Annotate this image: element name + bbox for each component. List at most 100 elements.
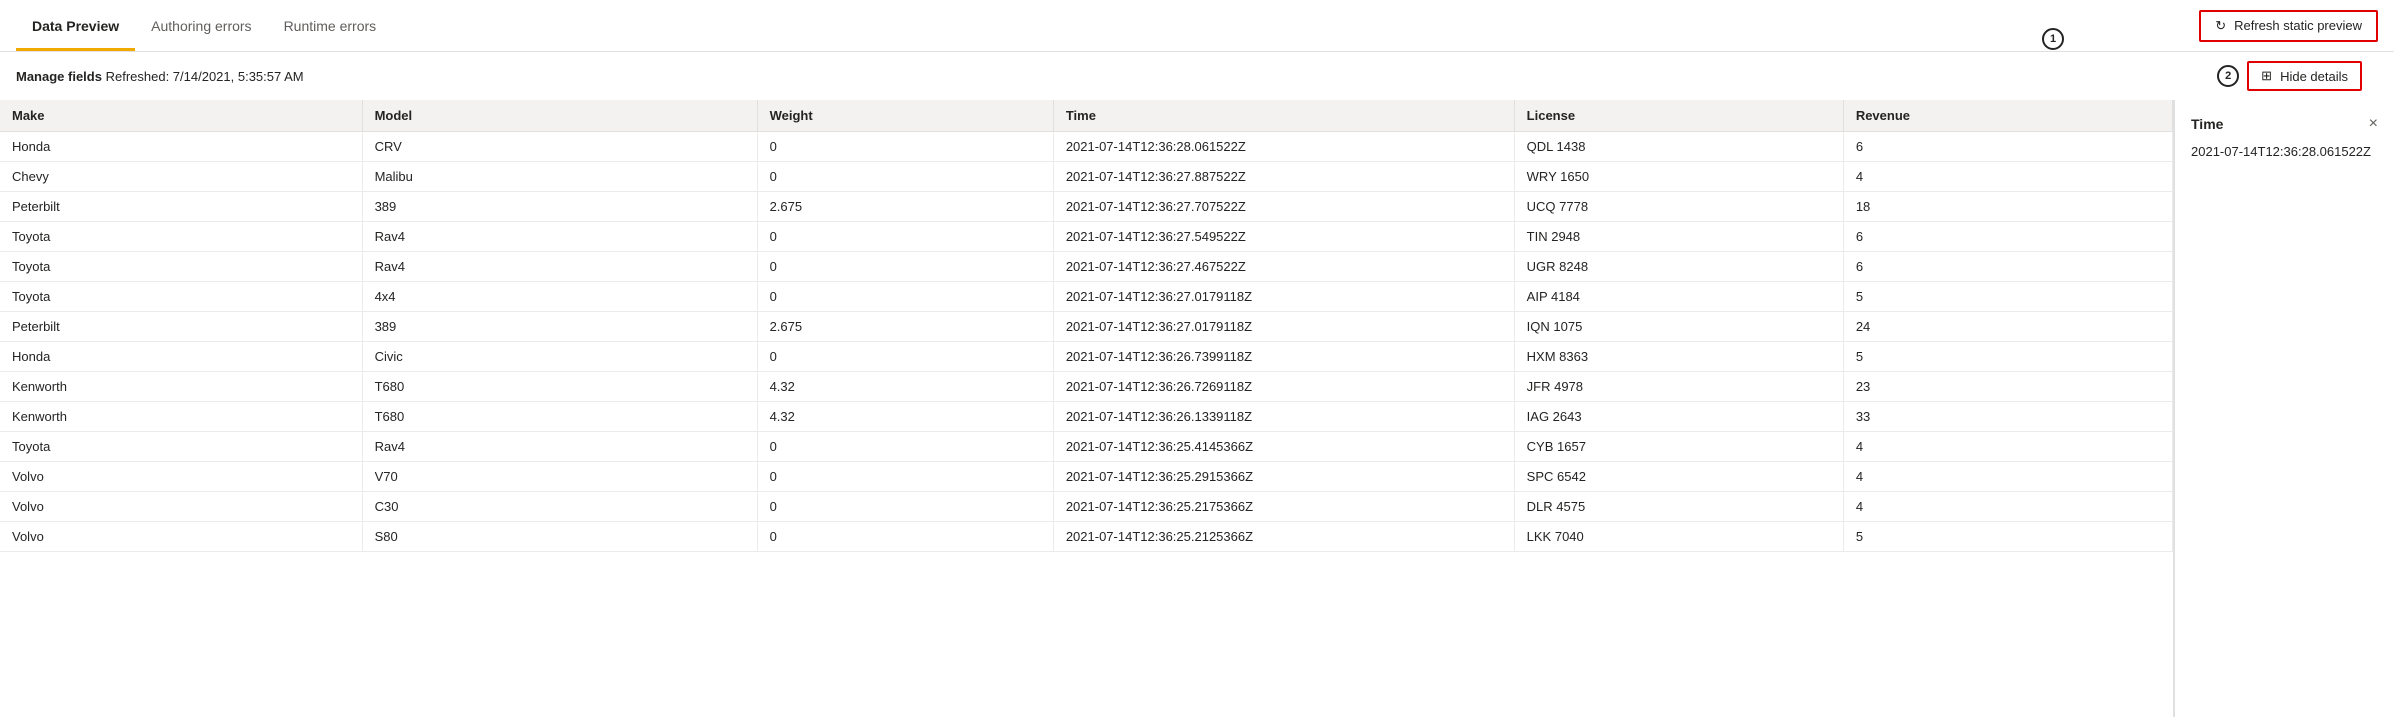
cell-make: Chevy [0, 162, 362, 192]
cell-weight: 0 [757, 222, 1053, 252]
cell-license: SPC 6542 [1514, 462, 1843, 492]
cell-model: T680 [362, 402, 757, 432]
hide-details-label: Hide details [2280, 69, 2348, 84]
cell-make: Honda [0, 342, 362, 372]
table-row[interactable]: HondaCRV02021-07-14T12:36:28.061522ZQDL … [0, 132, 2173, 162]
cell-model: C30 [362, 492, 757, 522]
cell-make: Toyota [0, 252, 362, 282]
cell-make: Peterbilt [0, 312, 362, 342]
refresh-label: Refresh static preview [2234, 18, 2362, 33]
cell-revenue: 33 [1843, 402, 2172, 432]
table-row[interactable]: Toyota4x402021-07-14T12:36:27.0179118ZAI… [0, 282, 2173, 312]
manage-fields-label: Manage fields [16, 69, 102, 84]
table-row[interactable]: VolvoC3002021-07-14T12:36:25.2175366ZDLR… [0, 492, 2173, 522]
cell-model: Malibu [362, 162, 757, 192]
annotation-1: 1 [2042, 28, 2064, 50]
cell-time: 2021-07-14T12:36:25.2125366Z [1053, 522, 1514, 552]
col-header-license: License [1514, 100, 1843, 132]
cell-revenue: 6 [1843, 222, 2172, 252]
cell-weight: 0 [757, 492, 1053, 522]
col-header-model: Model [362, 100, 757, 132]
cell-license: WRY 1650 [1514, 162, 1843, 192]
cell-make: Toyota [0, 432, 362, 462]
side-panel-title: Time [2191, 116, 2223, 132]
cell-make: Volvo [0, 522, 362, 552]
table-header-row: Make Model Weight Time License Revenue [0, 100, 2173, 132]
tab-data-preview[interactable]: Data Preview [16, 0, 135, 51]
tab-authoring-errors[interactable]: Authoring errors [135, 0, 267, 51]
cell-time: 2021-07-14T12:36:28.061522Z [1053, 132, 1514, 162]
hide-details-button[interactable]: ⊞ Hide details [2247, 61, 2362, 91]
cell-revenue: 5 [1843, 522, 2172, 552]
side-panel-header: Time × [2191, 116, 2378, 132]
cell-weight: 2.675 [757, 192, 1053, 222]
cell-weight: 0 [757, 432, 1053, 462]
table-row[interactable]: Peterbilt3892.6752021-07-14T12:36:27.707… [0, 192, 2173, 222]
table-row[interactable]: ToyotaRav402021-07-14T12:36:27.549522ZTI… [0, 222, 2173, 252]
table-row[interactable]: KenworthT6804.322021-07-14T12:36:26.7269… [0, 372, 2173, 402]
refresh-icon: ↻ [2215, 18, 2226, 34]
manage-fields-text: Manage fields Refreshed: 7/14/2021, 5:35… [16, 69, 304, 84]
tab-runtime-errors[interactable]: Runtime errors [268, 0, 393, 51]
cell-time: 2021-07-14T12:36:27.0179118Z [1053, 282, 1514, 312]
cell-license: IQN 1075 [1514, 312, 1843, 342]
cell-license: HXM 8363 [1514, 342, 1843, 372]
cell-license: UGR 8248 [1514, 252, 1843, 282]
cell-weight: 0 [757, 342, 1053, 372]
refreshed-timestamp: Refreshed: 7/14/2021, 5:35:57 AM [106, 69, 304, 84]
cell-make: Peterbilt [0, 192, 362, 222]
cell-model: Rav4 [362, 222, 757, 252]
cell-weight: 0 [757, 462, 1053, 492]
table-row[interactable]: ChevyMalibu02021-07-14T12:36:27.887522ZW… [0, 162, 2173, 192]
table-row[interactable]: VolvoS8002021-07-14T12:36:25.2125366ZLKK… [0, 522, 2173, 552]
cell-time: 2021-07-14T12:36:27.887522Z [1053, 162, 1514, 192]
data-table: Make Model Weight Time License Revenue H… [0, 100, 2173, 552]
cell-make: Kenworth [0, 372, 362, 402]
side-panel-value: 2021-07-14T12:36:28.061522Z [2191, 144, 2378, 159]
cell-time: 2021-07-14T12:36:27.0179118Z [1053, 312, 1514, 342]
cell-license: QDL 1438 [1514, 132, 1843, 162]
subheader: Manage fields Refreshed: 7/14/2021, 5:35… [0, 52, 2394, 100]
col-header-revenue: Revenue [1843, 100, 2172, 132]
tab-runtime-errors-label: Runtime errors [284, 18, 377, 34]
cell-revenue: 5 [1843, 342, 2172, 372]
cell-license: UCQ 7778 [1514, 192, 1843, 222]
cell-model: Civic [362, 342, 757, 372]
side-panel-close-button[interactable]: × [2369, 116, 2378, 132]
refresh-static-preview-button[interactable]: ↻ Refresh static preview [2199, 10, 2378, 42]
table-row[interactable]: KenworthT6804.322021-07-14T12:36:26.1339… [0, 402, 2173, 432]
cell-revenue: 6 [1843, 252, 2172, 282]
cell-weight: 2.675 [757, 312, 1053, 342]
data-table-container[interactable]: Make Model Weight Time License Revenue H… [0, 100, 2174, 717]
cell-revenue: 4 [1843, 492, 2172, 522]
cell-model: T680 [362, 372, 757, 402]
cell-license: TIN 2948 [1514, 222, 1843, 252]
table-row[interactable]: ToyotaRav402021-07-14T12:36:25.4145366ZC… [0, 432, 2173, 462]
table-row[interactable]: VolvoV7002021-07-14T12:36:25.2915366ZSPC… [0, 462, 2173, 492]
cell-license: JFR 4978 [1514, 372, 1843, 402]
cell-revenue: 4 [1843, 462, 2172, 492]
cell-model: CRV [362, 132, 757, 162]
tab-bar: Data Preview Authoring errors Runtime er… [0, 0, 2394, 52]
cell-license: AIP 4184 [1514, 282, 1843, 312]
table-row[interactable]: Peterbilt3892.6752021-07-14T12:36:27.017… [0, 312, 2173, 342]
cell-model: S80 [362, 522, 757, 552]
cell-weight: 0 [757, 162, 1053, 192]
cell-weight: 0 [757, 522, 1053, 552]
cell-revenue: 4 [1843, 432, 2172, 462]
table-row[interactable]: HondaCivic02021-07-14T12:36:26.7399118ZH… [0, 342, 2173, 372]
cell-make: Volvo [0, 492, 362, 522]
cell-time: 2021-07-14T12:36:25.4145366Z [1053, 432, 1514, 462]
col-header-weight: Weight [757, 100, 1053, 132]
cell-revenue: 23 [1843, 372, 2172, 402]
table-row[interactable]: ToyotaRav402021-07-14T12:36:27.467522ZUG… [0, 252, 2173, 282]
cell-time: 2021-07-14T12:36:26.1339118Z [1053, 402, 1514, 432]
cell-revenue: 24 [1843, 312, 2172, 342]
cell-model: 389 [362, 312, 757, 342]
annotation-2: 2 [2217, 65, 2239, 87]
tab-data-preview-label: Data Preview [32, 18, 119, 34]
cell-revenue: 6 [1843, 132, 2172, 162]
cell-revenue: 5 [1843, 282, 2172, 312]
cell-time: 2021-07-14T12:36:25.2915366Z [1053, 462, 1514, 492]
cell-revenue: 4 [1843, 162, 2172, 192]
